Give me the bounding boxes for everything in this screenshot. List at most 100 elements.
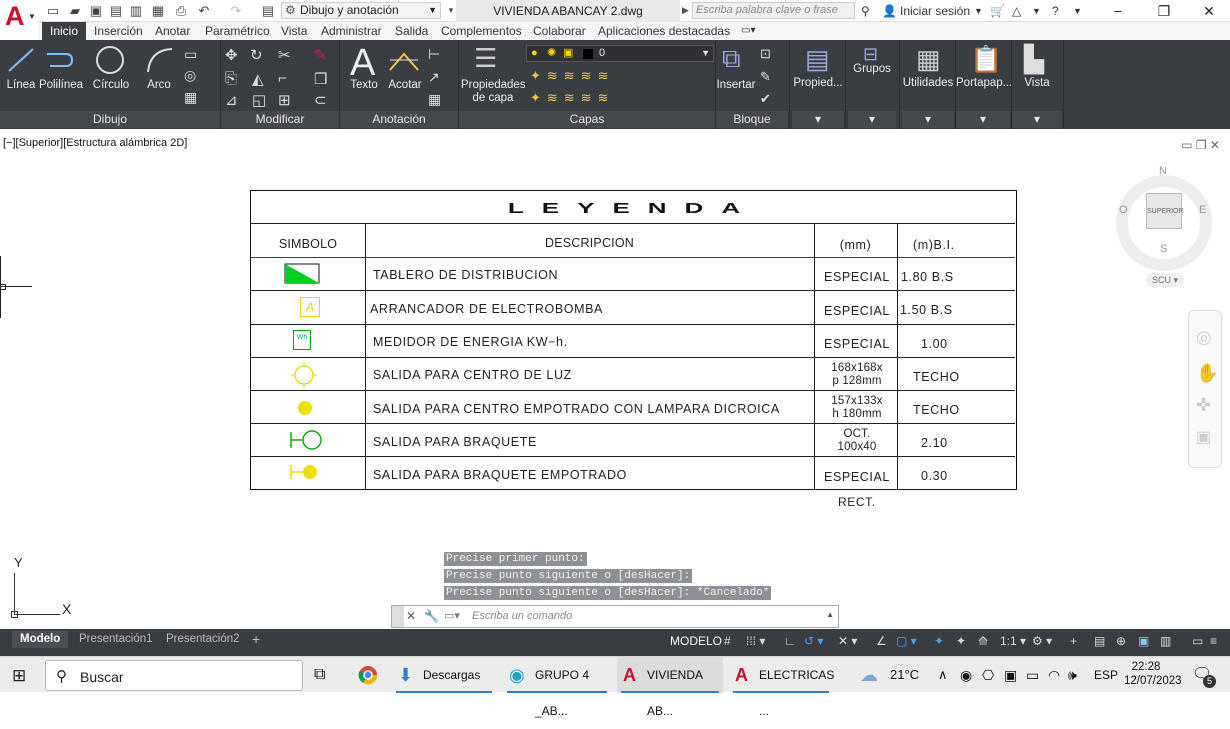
- camera-icon[interactable]: ▣: [1004, 657, 1017, 693]
- clipboard-button[interactable]: Portapap...: [956, 77, 1012, 90]
- meet-icon[interactable]: ⎔: [982, 657, 994, 693]
- table-grid-icon[interactable]: ▦: [184, 89, 197, 106]
- attribute-icon[interactable]: ✔: [760, 91, 771, 107]
- snap-icon[interactable]: ⁞⁞⁞ ▾: [746, 634, 765, 648]
- show-hidden-icons[interactable]: ∧: [938, 657, 948, 693]
- panel-dibujo[interactable]: Dibujo: [0, 111, 220, 128]
- language-indicator[interactable]: ESP: [1094, 657, 1118, 693]
- object-snap-icon[interactable]: ▢ ▾: [896, 634, 917, 648]
- view-button[interactable]: Vista: [1012, 77, 1062, 90]
- clock[interactable]: 22:28 12/07/2023: [1124, 657, 1182, 693]
- scale-value[interactable]: 1:1: [1000, 634, 1017, 648]
- autocad-taskbar-button-2[interactable]: A ELECTRICAS ...: [729, 657, 834, 718]
- rotate-icon[interactable]: ↻: [250, 46, 263, 64]
- mirror-icon[interactable]: ◭: [252, 70, 264, 88]
- utilities-button[interactable]: Utilidades: [902, 77, 954, 90]
- downloads-taskbar-button[interactable]: ⬇ Descargas: [392, 657, 496, 693]
- calculator-icon[interactable]: ▤: [260, 3, 276, 18]
- tab-vista[interactable]: Vista: [281, 22, 307, 40]
- move-icon[interactable]: ✥: [225, 46, 238, 64]
- open-icon[interactable]: ▰: [67, 3, 83, 18]
- text-button[interactable]: Texto: [344, 79, 384, 92]
- annotation-scale-icon[interactable]: ⟰: [978, 634, 988, 648]
- compass-east[interactable]: E: [1199, 204, 1206, 216]
- copy-icon[interactable]: ⎘: [225, 70, 237, 87]
- command-prompt-icon[interactable]: ▭▾: [444, 609, 460, 622]
- array-icon[interactable]: ⊞: [278, 91, 291, 109]
- plus-icon[interactable]: +: [1070, 634, 1077, 648]
- panel-capas[interactable]: Capas: [459, 111, 715, 128]
- compass-south[interactable]: S: [1160, 243, 1167, 255]
- viewport-controls-label[interactable]: [−][Superior][Estructura alámbrica 2D]: [3, 137, 187, 149]
- chrome-taskbar-button[interactable]: [355, 657, 381, 693]
- dimension-button[interactable]: Acotar: [385, 79, 425, 92]
- panel-modificar[interactable]: Modificar: [221, 111, 339, 128]
- compass-west[interactable]: O: [1119, 204, 1128, 216]
- workspace-dropdown[interactable]: ⚙ Dibujo y anotación ▼: [281, 2, 441, 19]
- viewcube-face[interactable]: SUPERIOR: [1146, 193, 1184, 229]
- tab-layout1[interactable]: Presentación1: [79, 631, 153, 648]
- steering-wheel-icon[interactable]: ◎: [1196, 327, 1212, 348]
- command-history-toggle-icon[interactable]: ▲: [826, 610, 834, 619]
- search-input[interactable]: Escriba palabra clave o frase: [692, 2, 855, 19]
- task-view-icon[interactable]: ⧉: [314, 657, 336, 693]
- cart-icon[interactable]: 🛒: [990, 3, 1005, 19]
- scale-dropdown-icon[interactable]: ▾: [1020, 634, 1026, 648]
- arc-button[interactable]: Arco: [140, 79, 178, 92]
- edit-block-icon[interactable]: ✎: [760, 69, 771, 85]
- groups-panel-caret[interactable]: ▾: [848, 111, 896, 128]
- minimize-button[interactable]: −: [1095, 0, 1141, 22]
- volume-icon[interactable]: 🕪: [1068, 657, 1077, 693]
- properties-button[interactable]: Propied...: [792, 77, 844, 90]
- publish-icon[interactable]: ▦: [150, 3, 166, 18]
- panel-bloque[interactable]: Bloque: [716, 111, 788, 128]
- stretch-icon[interactable]: ⊿: [225, 91, 238, 109]
- windows-start-icon[interactable]: ⊞: [12, 666, 26, 686]
- properties-status-icon[interactable]: ▥: [1160, 634, 1171, 648]
- view-panel-caret[interactable]: ▾: [1012, 111, 1062, 128]
- fullscreen-icon[interactable]: ▭: [1192, 634, 1203, 648]
- restore-button[interactable]: ❐: [1141, 0, 1187, 22]
- signin-dropdown-icon[interactable]: ▼: [974, 3, 983, 19]
- showmotion-icon[interactable]: ▣: [1196, 427, 1211, 447]
- viewport-window-controls[interactable]: ▭ ❐ ✕: [1181, 138, 1220, 152]
- search-arrow-icon[interactable]: ▶: [682, 5, 689, 16]
- leader-icon[interactable]: ⊢: [428, 46, 440, 63]
- annotation-autoscale-icon[interactable]: ✦: [956, 634, 966, 648]
- wrench-icon[interactable]: 🔧: [424, 609, 439, 623]
- application-menu-button[interactable]: A ▼: [0, 0, 38, 34]
- scale-icon[interactable]: ◱: [252, 91, 266, 109]
- ortho-icon[interactable]: ∟: [784, 634, 796, 648]
- osnap-icon[interactable]: ∠: [876, 634, 887, 648]
- panel-anotacion[interactable]: Anotación: [340, 111, 458, 128]
- signin-button[interactable]: Iniciar sesión: [900, 3, 970, 19]
- hardware-accel-icon[interactable]: ⊕: [1116, 634, 1126, 648]
- model-space-button[interactable]: MODELO: [670, 634, 722, 648]
- print-icon[interactable]: ⎙: [173, 3, 189, 18]
- binoculars-icon[interactable]: ⚲: [861, 3, 870, 19]
- annotation-visibility-icon[interactable]: ✦: [934, 634, 944, 648]
- command-input[interactable]: Escriba un comando: [472, 610, 572, 622]
- drawing-viewport[interactable]: [−][Superior][Estructura alámbrica 2D] ▭…: [0, 130, 1230, 630]
- fillet-icon[interactable]: ⌐: [278, 70, 287, 87]
- line-button[interactable]: Línea: [2, 79, 40, 92]
- help-icon[interactable]: ?: [1052, 3, 1059, 19]
- tab-complementos[interactable]: Complementos: [441, 22, 522, 40]
- clipboard-panel-caret[interactable]: ▾: [956, 111, 1010, 128]
- help-dropdown-icon[interactable]: ▼: [1073, 3, 1082, 19]
- record-icon[interactable]: ◉: [960, 657, 972, 693]
- tab-anotar[interactable]: Anotar: [155, 22, 190, 40]
- tab-colaborar[interactable]: Colaborar: [533, 22, 586, 40]
- insert-button[interactable]: Insertar: [716, 79, 756, 92]
- ribbon-toggle-icon[interactable]: ▭▾: [741, 22, 755, 40]
- explode-icon[interactable]: ❒: [314, 70, 327, 88]
- redo-icon[interactable]: ↷: [228, 3, 244, 18]
- customize-status-icon[interactable]: ≡: [1210, 634, 1217, 648]
- polyline-button[interactable]: Polilínea: [38, 79, 84, 92]
- clean-screen-icon[interactable]: ▣: [1138, 634, 1149, 648]
- ucs-dropdown[interactable]: SCU ▾: [1146, 273, 1184, 287]
- circle-button[interactable]: Círculo: [88, 79, 134, 92]
- pan-hand-icon[interactable]: ✋: [1196, 363, 1218, 384]
- tab-insercion[interactable]: Inserción: [94, 22, 143, 40]
- trim-icon[interactable]: ✂: [278, 46, 291, 64]
